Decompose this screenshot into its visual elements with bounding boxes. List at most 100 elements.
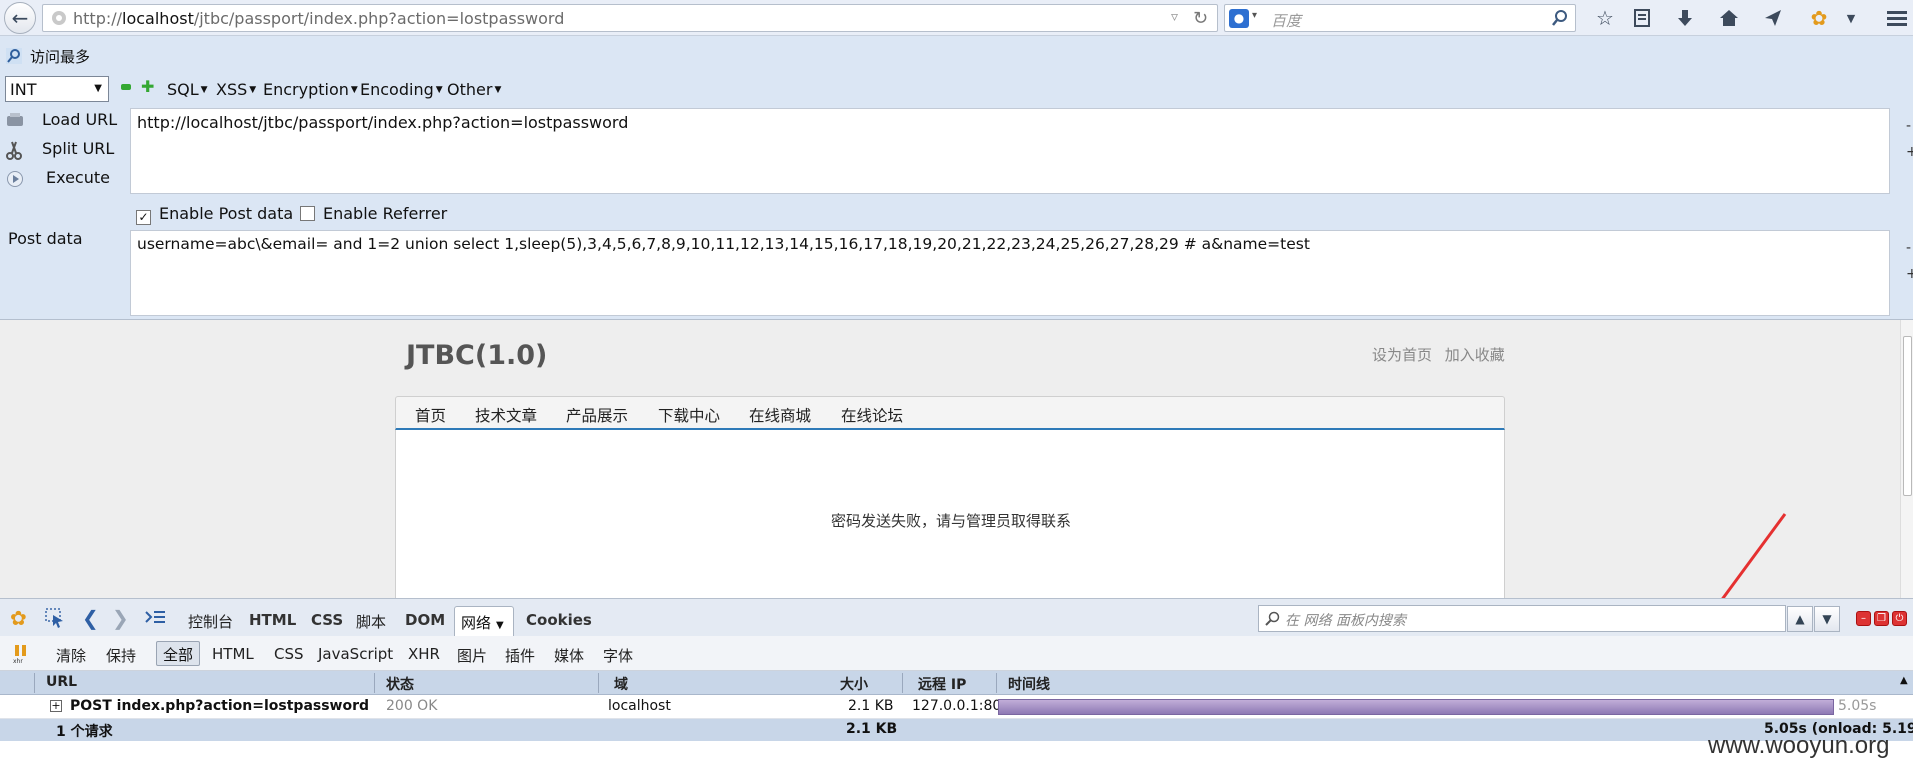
filter-xhr[interactable]: XHR bbox=[408, 645, 440, 663]
detach-icon[interactable]: ❐ bbox=[1874, 611, 1889, 626]
plus-icon[interactable]: ✚ bbox=[141, 79, 154, 95]
net-filter-bar: xhr 清除 保持 全部 HTML CSS JavaScript XHR 图片 … bbox=[0, 636, 1913, 671]
tab-cookies[interactable]: Cookies bbox=[526, 611, 592, 629]
page-scrollbar[interactable] bbox=[1900, 320, 1913, 598]
filter-css[interactable]: CSS bbox=[274, 645, 304, 663]
search-next-button[interactable]: ▼ bbox=[1814, 606, 1840, 632]
scrollbar-thumb[interactable] bbox=[1903, 336, 1912, 496]
back-chevron-icon[interactable]: ❮ bbox=[82, 606, 99, 630]
summary-size: 2.1 KB bbox=[846, 721, 898, 737]
shrink-url-icon[interactable]: - bbox=[1906, 118, 1911, 134]
firebug-dropdown-icon[interactable]: ▼ bbox=[1838, 6, 1864, 30]
shrink-post-icon[interactable]: - bbox=[1906, 240, 1911, 256]
filter-media[interactable]: 媒体 bbox=[554, 645, 584, 666]
reload-icon[interactable]: ↻ bbox=[1193, 8, 1208, 29]
tab-dom[interactable]: DOM bbox=[405, 611, 445, 629]
url-bar[interactable]: http://localhost/jtbc/passport/index.php… bbox=[42, 4, 1218, 32]
grow-post-icon[interactable]: + bbox=[1906, 266, 1913, 282]
expand-icon[interactable]: + bbox=[50, 700, 62, 712]
nav-forum[interactable]: 在线论坛 bbox=[841, 404, 903, 426]
forward-chevron-icon[interactable]: ❯ bbox=[112, 606, 129, 630]
post-data-label: Post data bbox=[8, 229, 83, 248]
grow-url-icon[interactable]: + bbox=[1906, 144, 1913, 160]
site-title: JTBC(1.0) bbox=[406, 340, 548, 371]
bookmark-star-icon[interactable]: ☆ bbox=[1592, 6, 1618, 30]
split-url-button[interactable]: Split URL bbox=[0, 139, 120, 161]
hackbar-panel: INT ▼ ✚ SQL ▼ XSS ▼ Encryption ▼ Encoding ▼ … bbox=[0, 74, 1913, 320]
firebug-icon[interactable]: ✿ bbox=[1806, 6, 1832, 30]
set-homepage-link[interactable]: 设为首页 bbox=[1372, 346, 1432, 364]
column-size[interactable]: 大小 bbox=[840, 674, 868, 694]
column-timeline[interactable]: 时间线 bbox=[1008, 674, 1050, 694]
column-remote-ip[interactable]: 远程 IP bbox=[918, 674, 966, 694]
inspect-icon[interactable] bbox=[44, 607, 66, 629]
site-nav: 首页 技术文章 产品展示 下载中心 在线商城 在线论坛 bbox=[395, 396, 1505, 430]
encoding-menu[interactable]: Encoding ▼ bbox=[360, 80, 443, 99]
baidu-icon[interactable]: ● bbox=[1229, 9, 1249, 28]
filter-plugins[interactable]: 插件 bbox=[505, 645, 535, 666]
tab-html[interactable]: HTML bbox=[249, 611, 296, 629]
xhr-pause-icon[interactable]: xhr bbox=[12, 644, 30, 664]
post-data-textarea[interactable]: username=abc\&email= and 1=2 union selec… bbox=[130, 230, 1890, 316]
filter-html[interactable]: HTML bbox=[212, 645, 254, 663]
search-icon[interactable] bbox=[1551, 9, 1569, 27]
table-row[interactable]: + POST index.php?action=lostpassword 200… bbox=[0, 695, 1913, 719]
column-status[interactable]: 状态 bbox=[386, 674, 414, 694]
minus-icon[interactable] bbox=[121, 84, 131, 90]
other-menu[interactable]: Other ▼ bbox=[447, 80, 501, 99]
most-visited-bookmark[interactable]: 访问最多 bbox=[30, 46, 90, 67]
tab-script[interactable]: 脚本 bbox=[356, 611, 386, 632]
nav-downloads[interactable]: 下载中心 bbox=[658, 404, 720, 426]
tab-css[interactable]: CSS bbox=[311, 611, 343, 629]
row-size: 2.1 KB bbox=[848, 698, 894, 714]
timeline-bar bbox=[998, 699, 1834, 715]
sql-menu[interactable]: SQL ▼ bbox=[167, 80, 208, 99]
filter-javascript[interactable]: JavaScript bbox=[318, 645, 393, 663]
column-options-icon[interactable]: ▲ bbox=[1900, 675, 1908, 686]
summary-requests: 1 个请求 bbox=[56, 724, 113, 740]
close-firebug-icon[interactable]: ⏻ bbox=[1892, 611, 1907, 626]
encryption-menu[interactable]: Encryption ▼ bbox=[263, 80, 358, 99]
xss-menu[interactable]: XSS ▼ bbox=[216, 80, 256, 99]
add-favorite-link[interactable]: 加入收藏 bbox=[1445, 346, 1505, 364]
back-arrow-icon: ← bbox=[11, 6, 29, 30]
tab-console[interactable]: 控制台 bbox=[188, 611, 233, 632]
search-prev-button[interactable]: ▲ bbox=[1787, 606, 1813, 632]
persist-button[interactable]: 保持 bbox=[106, 645, 136, 666]
clear-button[interactable]: 清除 bbox=[56, 645, 86, 666]
type-select[interactable]: INT ▼ bbox=[5, 76, 109, 102]
filter-fonts[interactable]: 字体 bbox=[603, 645, 633, 666]
enable-post-checkbox[interactable]: ✓ Enable Post data bbox=[136, 204, 293, 225]
bookmarks-menu-icon[interactable] bbox=[1629, 6, 1655, 30]
enable-referrer-checkbox[interactable]: Enable Referrer bbox=[300, 204, 447, 223]
back-button[interactable]: ← bbox=[4, 2, 36, 34]
firebug-search-input[interactable]: 在 网络 面板内搜索 bbox=[1258, 605, 1786, 632]
nav-shop[interactable]: 在线商城 bbox=[749, 404, 811, 426]
column-url[interactable]: URL bbox=[46, 674, 77, 690]
command-line-icon[interactable] bbox=[144, 608, 166, 626]
tab-net[interactable]: 网络 ▼ bbox=[454, 606, 514, 637]
error-message: 密码发送失败，请与管理员取得联系 bbox=[830, 512, 1071, 530]
nav-home[interactable]: 首页 bbox=[415, 404, 446, 426]
home-icon[interactable] bbox=[1716, 6, 1742, 30]
url-textarea[interactable]: http://localhost/jtbc/passport/index.php… bbox=[130, 108, 1890, 194]
filter-images[interactable]: 图片 bbox=[457, 645, 487, 666]
engine-dropdown-icon[interactable]: ▾ bbox=[1252, 10, 1257, 21]
net-table-header: URL 状态 域 大小 远程 IP 时间线 ▲ bbox=[0, 671, 1913, 695]
menu-icon[interactable] bbox=[1884, 6, 1910, 30]
search-box[interactable]: ● ▾ 百度 bbox=[1224, 4, 1576, 32]
history-dropdown-icon[interactable]: ▿ bbox=[1171, 9, 1178, 25]
checkbox-unchecked-icon bbox=[300, 206, 315, 221]
filter-all[interactable]: 全部 bbox=[156, 641, 201, 666]
svg-text:xhr: xhr bbox=[13, 658, 23, 664]
row-url: POST index.php?action=lostpassword bbox=[70, 698, 370, 714]
minimize-icon[interactable]: – bbox=[1856, 611, 1871, 626]
nav-articles[interactable]: 技术文章 bbox=[475, 404, 537, 426]
column-domain[interactable]: 域 bbox=[614, 674, 628, 694]
send-icon[interactable] bbox=[1760, 6, 1786, 30]
load-url-button[interactable]: Load URL bbox=[0, 110, 120, 132]
firebug-logo-icon[interactable]: ✿ bbox=[10, 606, 27, 630]
download-icon[interactable] bbox=[1672, 6, 1698, 30]
nav-products[interactable]: 产品展示 bbox=[566, 404, 628, 426]
execute-button[interactable]: Execute bbox=[0, 168, 120, 190]
